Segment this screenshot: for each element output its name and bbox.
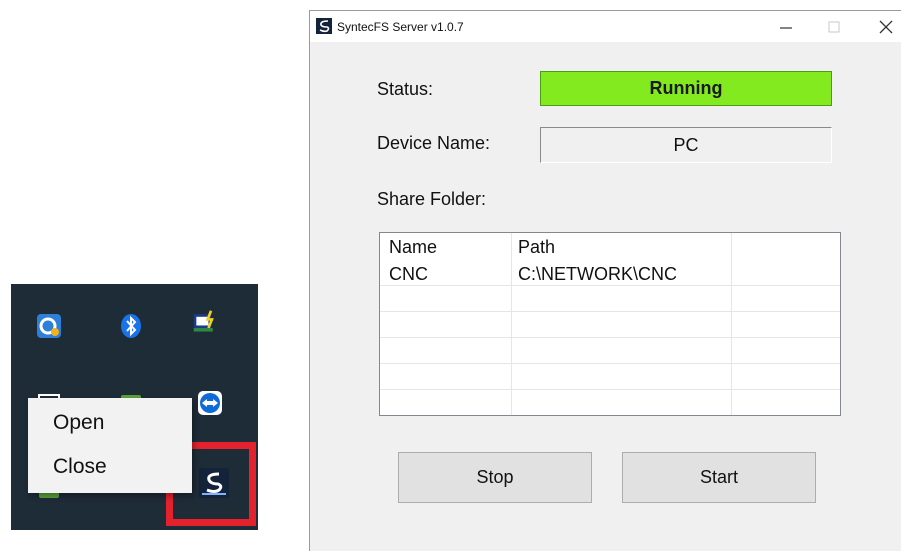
tray-context-menu: Open Close [28, 398, 192, 493]
syntec-app-icon [316, 18, 332, 34]
stop-button[interactable]: Stop [398, 452, 592, 503]
bluetooth-icon[interactable] [118, 313, 144, 339]
row-divider [380, 389, 840, 390]
minimize-icon [780, 26, 792, 29]
close-button[interactable] [866, 11, 901, 42]
title-bar[interactable]: SyntecFS Server v1.0.7 [310, 11, 901, 42]
close-icon [879, 20, 893, 33]
start-button[interactable]: Start [622, 452, 816, 503]
teamviewer-icon[interactable] [197, 390, 223, 416]
column-divider [731, 233, 732, 415]
row-divider [380, 337, 840, 338]
table-cell-path[interactable]: C:\NETWORK\CNC [518, 264, 677, 285]
cloud-sync-icon[interactable] [36, 313, 62, 339]
maximize-button[interactable] [814, 11, 854, 42]
share-folder-label: Share Folder: [377, 189, 487, 209]
menu-item-close[interactable]: Close [53, 455, 107, 479]
column-divider [511, 233, 512, 415]
device-name-field: PC [540, 127, 832, 163]
row-divider [380, 311, 840, 312]
app-window: SyntecFS Server v1.0.7 Status: Running D… [309, 10, 901, 551]
power-app-icon[interactable] [192, 309, 218, 335]
column-header-name[interactable]: Name [389, 237, 437, 258]
status-label: Status: [377, 79, 434, 99]
status-indicator: Running [540, 71, 832, 106]
maximize-icon [828, 21, 840, 32]
row-divider [380, 363, 840, 364]
column-header-path[interactable]: Path [518, 237, 555, 258]
row-divider [380, 285, 840, 286]
table-cell-name[interactable]: CNC [389, 264, 428, 285]
window-title: SyntecFS Server v1.0.7 [337, 20, 464, 34]
device-name-label: Device Name: [377, 133, 491, 153]
menu-item-open[interactable]: Open [53, 411, 104, 435]
share-folder-table[interactable]: Name Path CNC C:\NETWORK\CNC [379, 232, 841, 416]
minimize-button[interactable] [766, 11, 806, 42]
